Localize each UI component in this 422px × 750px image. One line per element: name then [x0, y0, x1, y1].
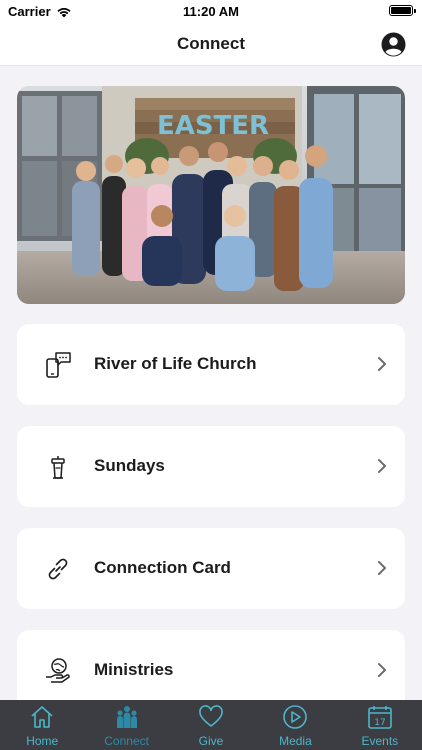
chevron-right-icon [378, 357, 386, 371]
tab-events[interactable]: 17 Events [338, 700, 422, 750]
chevron-right-icon [378, 561, 386, 575]
home-icon [31, 706, 53, 728]
status-bar: Carrier 11:20 AM [0, 0, 422, 22]
globe-hand-icon [46, 658, 70, 683]
tab-give[interactable]: Give [169, 700, 253, 750]
navigation-bar: Connect [0, 22, 422, 66]
tab-media[interactable]: Media [253, 700, 337, 750]
user-circle-icon[interactable] [381, 32, 406, 57]
tab-home[interactable]: Home [0, 700, 84, 750]
battery-full-icon [389, 5, 416, 16]
tab-label: Media [279, 734, 312, 748]
card-river-of-life-church[interactable]: River of Life Church [17, 324, 405, 405]
connect-content[interactable]: EASTER River of Life Church Sundays Conn… [0, 67, 422, 700]
easter-sign: EASTER [157, 111, 269, 141]
card-ministries[interactable]: Ministries [17, 630, 405, 700]
card-sundays[interactable]: Sundays [17, 426, 405, 507]
tab-bar: Home Connect Give Media 17 Events [0, 700, 422, 750]
link-icon [48, 558, 68, 580]
tab-label: Events [361, 734, 399, 748]
tab-label: Home [26, 734, 59, 748]
hero-photo: EASTER [17, 86, 405, 304]
card-label: River of Life Church [94, 354, 257, 373]
card-label: Connection Card [94, 558, 231, 577]
clock: 11:20 AM [183, 4, 239, 19]
pulpit-icon [51, 456, 65, 479]
heart-icon [199, 705, 223, 727]
people-icon [116, 706, 137, 728]
tab-label: Give [198, 734, 224, 748]
card-connection-card[interactable]: Connection Card [17, 528, 405, 609]
chevron-right-icon [378, 459, 386, 473]
card-label: Ministries [94, 660, 174, 679]
play-circle-icon [283, 705, 308, 729]
calendar-icon: 17 [368, 706, 392, 729]
tab-label: Connect [104, 734, 149, 748]
card-label: Sundays [94, 456, 165, 475]
page-title: Connect [177, 34, 245, 53]
calendar-day: 17 [374, 718, 385, 728]
phone-chat-icon [46, 352, 71, 378]
tab-connect[interactable]: Connect [84, 700, 168, 750]
chevron-right-icon [378, 663, 386, 677]
